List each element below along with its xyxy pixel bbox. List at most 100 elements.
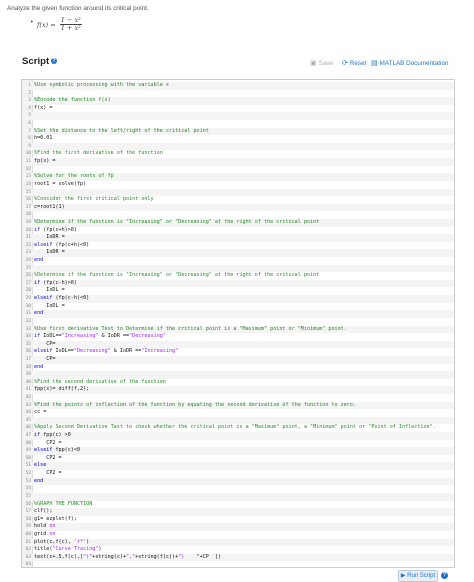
code-line[interactable]: 63 text(c+.5,f(c),["("+string(c)+","+stri… (22, 553, 454, 562)
code-line[interactable]: 41 fpp(x)= diff(f,2); (22, 386, 454, 394)
code-line[interactable]: 32 (22, 318, 454, 326)
code-line[interactable]: 45 (22, 416, 454, 425)
code-line[interactable]: 53 end (22, 477, 454, 486)
code-line[interactable]: 59 hold on (22, 523, 454, 531)
code-line[interactable]: 50 CP2 = (22, 455, 454, 463)
line-number: 42 (25, 394, 31, 400)
code-line[interactable]: 18 (22, 211, 454, 219)
code-line[interactable]: 46 %Apply Second Derivative Test to check… (22, 424, 454, 432)
code-line[interactable]: 56 %GRAPH THE FUNCTION (22, 501, 454, 509)
matlab-documentation-link[interactable]: ▤ MATLAB Documentation (371, 59, 448, 67)
code-line[interactable]: 43 %Find the points of inflection of the … (22, 401, 454, 410)
run-help-icon[interactable]: ? (441, 572, 448, 579)
code-line[interactable]: 58 g1= ezplot(f); (22, 516, 454, 524)
code-line[interactable]: 31 end (22, 310, 454, 318)
line-number: 44 (25, 410, 31, 416)
code-line[interactable]: 57 clf(); (22, 508, 454, 516)
code-line[interactable]: 11 fp(x) = (22, 158, 454, 166)
code-line[interactable]: 9 (22, 142, 454, 151)
code-line[interactable]: 6 (22, 120, 454, 128)
code-token: end (34, 257, 44, 264)
reset-button[interactable]: ⟳ Reset (342, 59, 366, 67)
line-number: 62 (25, 547, 31, 553)
code-line[interactable]: 21 IoDR = (22, 234, 454, 242)
code-line[interactable]: 55 (22, 492, 454, 501)
line-number: 50 (25, 455, 31, 461)
fx-label: f(x) = (37, 20, 56, 29)
code-line[interactable]: 14 root1 = solve(fp) (22, 181, 454, 189)
code-token: %Use symbolic processing with the variab… (34, 82, 169, 88)
code-line[interactable]: 35 CP= (22, 340, 454, 349)
code-line[interactable]: 34 if IoDL=="Increasing" & IoDR =="Decrea… (22, 333, 454, 341)
code-line[interactable]: 61 plot(c,f(c), 'r*') (22, 538, 454, 547)
line-number: 55 (25, 493, 31, 499)
code-line[interactable]: 17 c=root1(1) (22, 203, 454, 212)
code-line[interactable]: 39 (22, 371, 454, 379)
code-line[interactable]: 25 (22, 264, 454, 273)
code-line[interactable]: 12 (22, 166, 454, 174)
code-token: h=0.01 (34, 135, 53, 142)
code-line[interactable]: 47 if fpp(c) >0 (22, 432, 454, 440)
code-line[interactable]: 54 (22, 485, 454, 493)
code-line[interactable]: 37 CP= (22, 355, 454, 364)
line-code: IoDR = (34, 234, 68, 242)
code-line[interactable]: 3 %Encode the function f(x) (22, 97, 454, 105)
code-line[interactable]: 48 CP2 = (22, 440, 454, 448)
code-line[interactable]: 7 %Set the distance to the left/right of … (22, 127, 454, 136)
code-line[interactable]: 16 %Consider the first critical point onl… (22, 196, 454, 204)
run-script-button[interactable]: ▶ Run Script (398, 570, 438, 582)
code-line[interactable]: 36 elseif IoDL=="Decreasing" & IoDR =="In… (22, 348, 454, 356)
line-number: 51 (25, 463, 31, 469)
code-line[interactable]: 62 title("Curve Tracing") (22, 546, 454, 554)
line-number: 3 (28, 98, 31, 104)
code-line[interactable]: 30 IoDL = (22, 303, 454, 311)
code-token: title( (34, 546, 53, 553)
code-line[interactable]: 49 elseif fpp(c)<0 (22, 447, 454, 455)
line-code: CP2 = (34, 440, 65, 448)
code-token: CP= (34, 340, 56, 347)
code-line[interactable]: 33 %Use first derivative Test to Determin… (22, 325, 454, 334)
line-code: CP= (34, 341, 55, 349)
code-line[interactable]: 20 if (fp(c+h)>0) (22, 227, 454, 235)
code-line[interactable]: 1 %Use symbolic processing with the varia… (22, 82, 454, 90)
line-number: 16 (25, 197, 31, 203)
code-line[interactable]: 2 (22, 90, 454, 98)
code-line[interactable]: 29 elseif (fp(c-h)<0) (22, 295, 454, 303)
code-line[interactable]: 26 %Determine if the function is "Increas… (22, 272, 454, 280)
code-line[interactable]: 23 IoDR = (22, 249, 454, 258)
code-line[interactable]: 38 end (22, 364, 454, 372)
code-line[interactable]: 60 grid on (22, 531, 454, 539)
script-title: Script (22, 56, 50, 67)
code-line[interactable]: 27 if (fp(c-h)>0) (22, 279, 454, 288)
code-line[interactable]: 4 f(x) = (22, 105, 454, 113)
code-token: CP2 = (34, 470, 65, 477)
code-line[interactable]: 64 (22, 561, 454, 567)
code-line[interactable]: 10 %Find the first derivative of the func… (22, 150, 454, 158)
line-number: 49 (25, 448, 31, 454)
line-code: f(x) = (34, 105, 55, 113)
code-line[interactable]: 5 (22, 112, 454, 121)
code-line[interactable]: 28 IoDL = (22, 287, 454, 295)
line-number: 34 (25, 334, 31, 340)
help-icon[interactable]: ? (51, 58, 57, 64)
code-line[interactable]: 15 (22, 188, 454, 197)
line-number: 27 (25, 280, 31, 286)
code-line[interactable]: 52 CP2 = (22, 470, 454, 478)
code-line[interactable]: 51 else (22, 462, 454, 471)
code-line[interactable]: 13 %Solve for the roots of fp (22, 173, 454, 181)
code-token: f(x) = (34, 104, 56, 111)
code-line[interactable]: 24 end (22, 257, 454, 265)
code-line[interactable]: 40 %Find the second derivative of the fun… (22, 379, 454, 387)
code-line[interactable]: 8 h=0.01 (22, 135, 454, 143)
line-number: 9 (28, 143, 31, 149)
code-editor[interactable]: 1 %Use symbolic processing with the varia… (21, 79, 455, 568)
code-token: clf(); (34, 508, 53, 515)
line-number: 2 (28, 90, 31, 96)
code-line[interactable]: 42 (22, 394, 454, 402)
line-code: %Use symbolic processing with the variab… (34, 82, 169, 90)
save-button[interactable]: ▣ Save (310, 59, 333, 67)
code-line[interactable]: 44 cc = (22, 409, 454, 417)
code-token: end (34, 310, 44, 317)
code-line[interactable]: 19 %Determine if the function is "Increas… (22, 218, 454, 227)
code-line[interactable]: 22 elseif (fp(c+h)<0) (22, 242, 454, 250)
